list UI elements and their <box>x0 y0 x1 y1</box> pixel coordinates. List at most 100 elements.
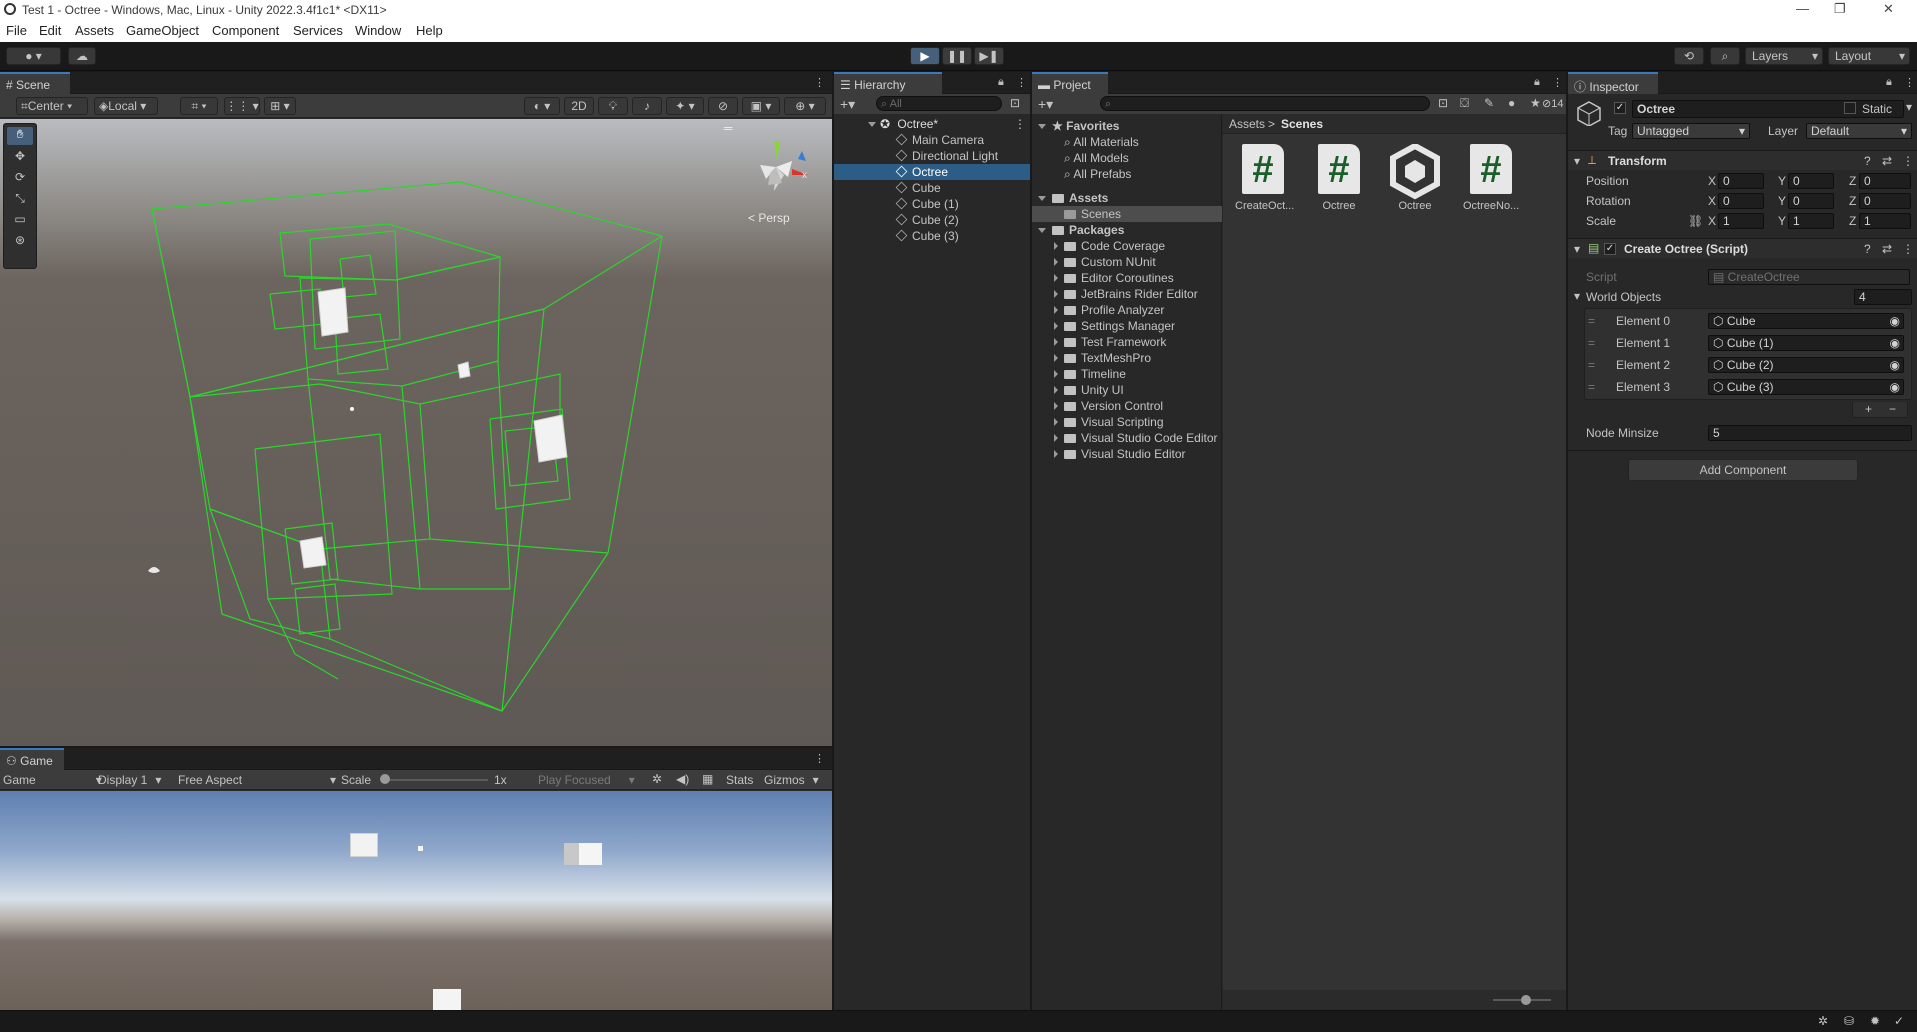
scale-z-field[interactable]: 1 <box>1859 213 1911 229</box>
space-dropdown[interactable]: ◈Local ▾ <box>94 97 158 115</box>
element-object-field[interactable]: ⬡ Cube (3) ◉ <box>1708 379 1904 395</box>
expand-arrow-icon[interactable] <box>1054 450 1058 458</box>
folder-scenes-row[interactable]: Scenes <box>1032 206 1222 222</box>
draw-mode-button[interactable]: ◐ ▾ <box>524 97 560 115</box>
lock-icon[interactable]: 🔒︎ <box>1886 76 1892 89</box>
add-component-button[interactable]: Add Component <box>1628 459 1858 481</box>
chevron-down-icon[interactable]: ▾ <box>1906 100 1912 114</box>
collapse-arrow-icon[interactable]: ▾ <box>1574 242 1580 256</box>
hierarchy-item-selected[interactable]: Octree <box>834 164 1030 180</box>
hidden-packages-toggle[interactable]: ⊘14 <box>1542 97 1563 110</box>
tab-inspector[interactable]: ⓘ Inspector <box>1568 72 1658 94</box>
grid-snap-button[interactable]: ⌗ ▾ <box>180 97 218 115</box>
preset-icon[interactable]: ⇄ <box>1882 154 1892 168</box>
element-object-field[interactable]: ⬡ Cube ◉ <box>1708 313 1904 329</box>
add-element-icon[interactable]: + <box>1865 402 1872 416</box>
position-z-field[interactable]: 0 <box>1859 173 1911 189</box>
expand-arrow-icon[interactable] <box>1054 338 1058 346</box>
more-menu-icon[interactable]: ⋮ <box>814 752 825 765</box>
constrain-proportions-icon[interactable]: ⛓ <box>1688 214 1703 228</box>
lighting-icon[interactable]: 💡︎ <box>598 97 628 115</box>
breadcrumb-scenes[interactable]: Scenes <box>1281 117 1323 131</box>
play-mode-select[interactable]: Play Focused ▾ <box>538 773 635 787</box>
cloud-icon[interactable]: ☁ <box>68 47 96 65</box>
tab-hierarchy[interactable]: ☰ Hierarchy <box>834 72 942 94</box>
expand-arrow-icon[interactable] <box>1054 242 1058 250</box>
node-minsize-field[interactable]: 5 <box>1708 425 1912 441</box>
asset-octreenode[interactable]: # OctreeNo... <box>1463 144 1519 212</box>
stats-toggle[interactable]: Stats <box>726 773 753 787</box>
expand-arrow-icon[interactable] <box>1054 402 1058 410</box>
expand-arrow-icon[interactable] <box>1054 434 1058 442</box>
rect-tool-icon[interactable]: ▭ <box>7 212 33 230</box>
add-icon[interactable]: +▾ <box>1038 96 1053 113</box>
menu-edit[interactable]: Edit <box>39 23 61 38</box>
expand-arrow-icon[interactable] <box>1054 370 1058 378</box>
expand-arrow-icon[interactable] <box>1054 354 1058 362</box>
asset-octree-scene[interactable]: Octree <box>1387 144 1443 212</box>
layout-dropdown[interactable]: Layout ▾ <box>1828 47 1910 65</box>
expand-arrow-icon[interactable] <box>1054 306 1058 314</box>
camera-button[interactable]: ▣ ▾ <box>742 97 780 115</box>
expand-arrow-icon[interactable] <box>1038 228 1046 233</box>
expand-arrow-icon[interactable] <box>1038 124 1046 129</box>
drag-handle-icon[interactable]: = <box>1588 336 1595 350</box>
tab-scene[interactable]: # Scene <box>0 72 70 94</box>
remove-element-icon[interactable]: − <box>1889 402 1896 416</box>
favorite-star-icon[interactable]: ★ <box>1530 96 1541 110</box>
bug-icon[interactable]: ✹ <box>1870 1014 1880 1028</box>
hierarchy-item[interactable]: Main Camera <box>834 132 1030 148</box>
expand-arrow-icon[interactable] <box>1038 196 1046 201</box>
asset-createoctree[interactable]: # CreateOct... <box>1235 144 1294 212</box>
more-menu-icon[interactable]: ⋮ <box>814 76 825 89</box>
menu-help[interactable]: Help <box>416 23 443 38</box>
more-menu-icon[interactable]: ⋮ <box>1016 76 1027 89</box>
project-search-input[interactable]: ⌕ <box>1100 96 1430 111</box>
package-item[interactable]: TextMeshPro <box>1054 350 1151 366</box>
debug-icon[interactable]: ✲ <box>652 772 662 786</box>
history-icon[interactable]: ⟲ <box>1674 47 1704 65</box>
favorites-item[interactable]: ⌕ All Materials <box>1064 134 1139 150</box>
rotate-tool-icon[interactable]: ⟳ <box>7 170 33 188</box>
drag-handle-icon[interactable]: = <box>1588 380 1595 394</box>
asset-octree-script[interactable]: # Octree <box>1311 144 1367 212</box>
object-picker-icon[interactable]: ◉ <box>1890 314 1900 328</box>
more-menu-icon[interactable]: ⋮ <box>1902 242 1914 256</box>
persp-toggle[interactable]: < Persp <box>748 211 790 225</box>
package-item[interactable]: Visual Scripting <box>1054 414 1164 430</box>
mode-2d-button[interactable]: 2D <box>564 97 594 115</box>
effects-button[interactable]: ✦ ▾ <box>666 97 704 115</box>
layer-dropdown[interactable]: Default ▾ <box>1806 123 1912 139</box>
expand-arrow-icon[interactable] <box>1054 418 1058 426</box>
more-menu-icon[interactable]: ⋮ <box>1014 116 1026 132</box>
favorites-item[interactable]: ⌕ All Models <box>1064 150 1129 166</box>
world-objects-arrow-icon[interactable]: ▾ <box>1574 289 1580 303</box>
menu-component[interactable]: Component <box>212 23 279 38</box>
game-viewport[interactable] <box>0 791 832 1010</box>
tab-game[interactable]: ⚇ Game <box>0 748 64 770</box>
gizmos-button[interactable]: ⊕ ▾ <box>784 97 826 115</box>
transform-tool-icon[interactable]: ⊛ <box>7 233 33 251</box>
expand-arrow-icon[interactable] <box>1054 274 1058 282</box>
package-item[interactable]: Unity UI <box>1054 382 1124 398</box>
scale-slider[interactable] <box>384 779 488 781</box>
active-checkbox[interactable]: ✓ <box>1614 102 1626 114</box>
hierarchy-item[interactable]: Directional Light <box>834 148 1030 164</box>
scale-slider-thumb[interactable] <box>380 774 390 784</box>
aspect-select[interactable]: Free Aspect ▾ <box>178 773 336 787</box>
menu-gameobject[interactable]: GameObject <box>126 23 199 38</box>
play-button[interactable]: ▶ <box>910 47 940 65</box>
transform-header[interactable]: ▾ ⟂ Transform ? ⇄ ⋮ <box>1568 150 1917 170</box>
hierarchy-item[interactable]: Cube (3) <box>834 228 1030 244</box>
package-item[interactable]: Version Control <box>1054 398 1163 414</box>
package-item[interactable]: Timeline <box>1054 366 1126 382</box>
package-item[interactable]: Visual Studio Editor <box>1054 446 1186 462</box>
object-picker-icon[interactable]: ◉ <box>1890 336 1900 350</box>
hierarchy-item[interactable]: Cube (2) <box>834 212 1030 228</box>
maximize-icon[interactable]: ❐ <box>1834 1 1846 17</box>
search-by-type-icon[interactable]: ⊡ <box>1438 96 1448 110</box>
component-enabled-checkbox[interactable]: ✓ <box>1604 243 1616 255</box>
search-by-label-icon[interactable]: ⛋ <box>1460 96 1469 111</box>
expand-arrow-icon[interactable] <box>1054 290 1058 298</box>
lock-icon[interactable]: 🔒︎ <box>1534 76 1540 89</box>
